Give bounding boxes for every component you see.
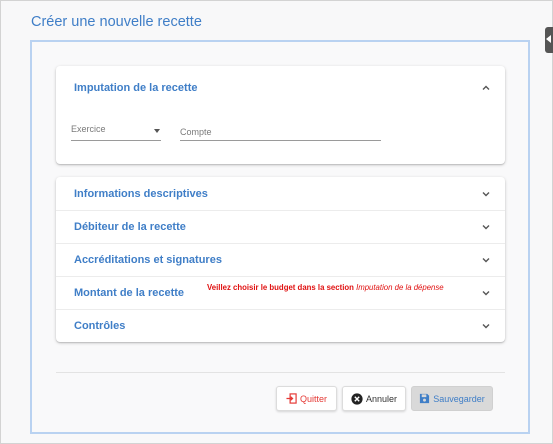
- save-button-label: Sauvegarder: [433, 393, 485, 404]
- section-title: Débiteur de la recette: [74, 220, 186, 233]
- cancel-button-label: Annuler: [365, 393, 398, 404]
- floppy-disk-icon: [419, 393, 430, 404]
- chevron-up-icon: [481, 83, 491, 93]
- exercice-select[interactable]: Exercice: [71, 122, 161, 141]
- chevron-down-icon: [481, 288, 491, 298]
- chevron-left-icon: [546, 35, 551, 43]
- cancel-button[interactable]: Annuler: [342, 386, 406, 411]
- section-controles[interactable]: Contrôles: [56, 309, 505, 342]
- warning-text: Veillez choisir le budget dans la sectio…: [207, 283, 357, 292]
- section-informations-descriptives[interactable]: Informations descriptives: [56, 177, 505, 210]
- panel-imputation: Imputation de la recette Exercice: [56, 66, 505, 164]
- section-title: Informations descriptives: [74, 187, 208, 200]
- save-button[interactable]: Sauvegarder: [411, 386, 493, 411]
- section-montant[interactable]: Montant de la recette: [56, 276, 505, 309]
- panel-imputation-header[interactable]: Imputation de la recette: [56, 71, 505, 104]
- section-title: Montant de la recette: [74, 286, 185, 299]
- side-collapse-tab[interactable]: [545, 27, 553, 53]
- section-title: Accréditations et signatures: [74, 253, 222, 266]
- compte-input[interactable]: [180, 124, 381, 140]
- chevron-down-icon: [481, 255, 491, 265]
- section-accreditations[interactable]: Accréditations et signatures: [56, 243, 505, 276]
- chevron-down-icon: [481, 189, 491, 199]
- panel-imputation-title: Imputation de la recette: [74, 81, 198, 94]
- quit-button[interactable]: Quitter: [276, 386, 337, 411]
- compte-field[interactable]: [180, 122, 381, 141]
- section-debiteur[interactable]: Débiteur de la recette: [56, 210, 505, 243]
- close-circle-icon: [351, 392, 363, 405]
- actions-divider: [56, 372, 505, 373]
- budget-warning-message: Veillez choisir le budget dans la sectio…: [207, 283, 444, 292]
- warning-section-name: Imputation de la dépense: [356, 283, 444, 292]
- chevron-down-icon: [481, 321, 491, 331]
- sections-accordion: Informations descriptives Débiteur de la…: [56, 177, 505, 342]
- exercice-select-label: Exercice: [71, 124, 106, 134]
- quit-button-label: Quitter: [299, 393, 327, 404]
- chevron-down-icon: [481, 222, 491, 232]
- exit-icon: [286, 393, 297, 404]
- caret-down-icon: [154, 129, 160, 133]
- dialog-title: Créer une nouvelle recette: [31, 14, 202, 30]
- section-title: Contrôles: [74, 319, 126, 332]
